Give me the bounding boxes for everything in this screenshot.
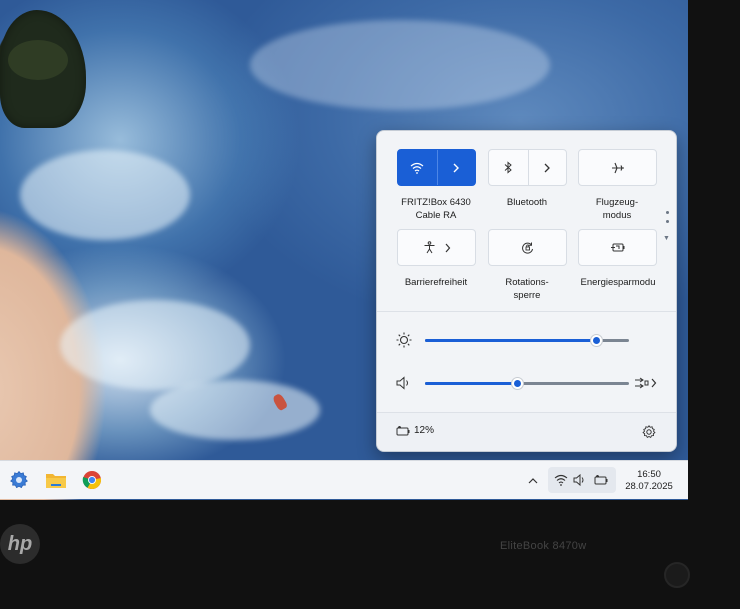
file-explorer-icon (46, 474, 66, 488)
bluetooth-toggle[interactable] (489, 150, 528, 185)
battery-saver-icon (610, 243, 624, 252)
wallpaper-foam (60, 300, 250, 390)
accessibility-label: Barrierefreiheit (404, 277, 468, 288)
accessibility-icon (424, 241, 434, 254)
chevron-right-icon (453, 163, 460, 172)
volume-slider[interactable] (425, 377, 629, 390)
rotation-lock-label: Rotations- sperre (481, 276, 573, 302)
volume-row (395, 373, 657, 393)
brightness-icon (396, 332, 412, 348)
accessibility-tile[interactable] (397, 229, 476, 266)
rotation-label-line2: sperre (513, 290, 541, 301)
brightness-fill (425, 339, 596, 342)
desktop-wallpaper: FRITZ!Box 6430 Cable RA Bluetooth Flugze… (0, 0, 688, 500)
taskbar: 16:50 28.07.2025 (0, 460, 688, 499)
wifi-icon (554, 474, 568, 486)
taskbar-clock[interactable]: 16:50 28.07.2025 (617, 469, 681, 493)
chrome-icon (82, 471, 102, 490)
page-dot (665, 220, 669, 223)
battery-percentage[interactable]: 12% (414, 425, 434, 436)
hp-logo: hp (0, 524, 40, 564)
bluetooth-label: Bluetooth (506, 197, 548, 208)
system-tray-quick-settings-button[interactable] (548, 467, 616, 493)
volume-icon (396, 376, 408, 390)
airplane-tile[interactable] (578, 149, 657, 186)
battery-icon (396, 426, 410, 436)
bluetooth-expand-button[interactable] (527, 150, 567, 185)
battery-saver-tile[interactable] (578, 229, 657, 266)
brightness-thumb[interactable] (590, 334, 603, 347)
audio-output-icon (635, 377, 649, 389)
quick-settings-footer: 12% (377, 412, 676, 451)
airplane-icon (611, 162, 624, 173)
airplane-label-line2: modus (602, 210, 632, 221)
wifi-label-line1: FRITZ!Box 6430 (401, 197, 471, 208)
rotation-lock-icon (522, 242, 533, 254)
battery-icon (594, 475, 608, 485)
page-down-icon[interactable]: ▼ (663, 235, 670, 242)
brightness-row (395, 330, 657, 350)
page-dot (665, 211, 669, 214)
taskbar-chrome-button[interactable] (80, 468, 104, 492)
settings-gear-icon[interactable] (642, 425, 656, 439)
clock-date: 28.07.2025 (625, 481, 673, 492)
model-name: EliteBook 8470w (500, 540, 587, 552)
wifi-icon (410, 162, 424, 174)
wallpaper-foam (150, 380, 320, 440)
volume-icon (573, 474, 584, 486)
audio-output-button[interactable] (634, 375, 657, 391)
wifi-tile[interactable] (397, 149, 476, 186)
wifi-expand-button[interactable] (436, 150, 476, 185)
divider (377, 311, 676, 312)
chevron-right-icon (544, 163, 551, 172)
volume-fill (425, 382, 517, 385)
bezel-sensor (664, 562, 690, 588)
brightness-slider[interactable] (425, 334, 629, 347)
wallpaper-foam (250, 20, 550, 110)
wifi-toggle[interactable] (398, 150, 437, 185)
clock-time: 16:50 (637, 469, 661, 480)
chevron-up-icon[interactable] (528, 477, 538, 484)
wifi-label-line2: Cable RA (415, 210, 457, 221)
rotation-label-line1: Rotations- (505, 277, 549, 288)
settings-icon (10, 470, 28, 489)
chevron-right-icon (445, 243, 450, 252)
rotation-lock-tile[interactable] (488, 229, 567, 266)
wallpaper-rock (0, 10, 86, 128)
airplane-label: Flugzeug- modus (571, 196, 663, 222)
bluetooth-icon (504, 161, 513, 174)
battery-saver-label: Energiesparmodu (580, 277, 656, 288)
taskbar-file-explorer-button[interactable] (44, 468, 68, 492)
taskbar-settings-button[interactable] (7, 468, 31, 492)
bluetooth-tile[interactable] (488, 149, 567, 186)
airplane-label-line1: Flugzeug- (595, 197, 639, 208)
chevron-right-icon (651, 378, 657, 388)
quick-settings-panel: FRITZ!Box 6430 Cable RA Bluetooth Flugze… (376, 130, 677, 452)
wifi-label: FRITZ!Box 6430 Cable RA (390, 196, 482, 222)
wallpaper-foam (20, 150, 190, 240)
volume-thumb[interactable] (511, 377, 524, 390)
hp-logo-text: hp (7, 532, 33, 555)
